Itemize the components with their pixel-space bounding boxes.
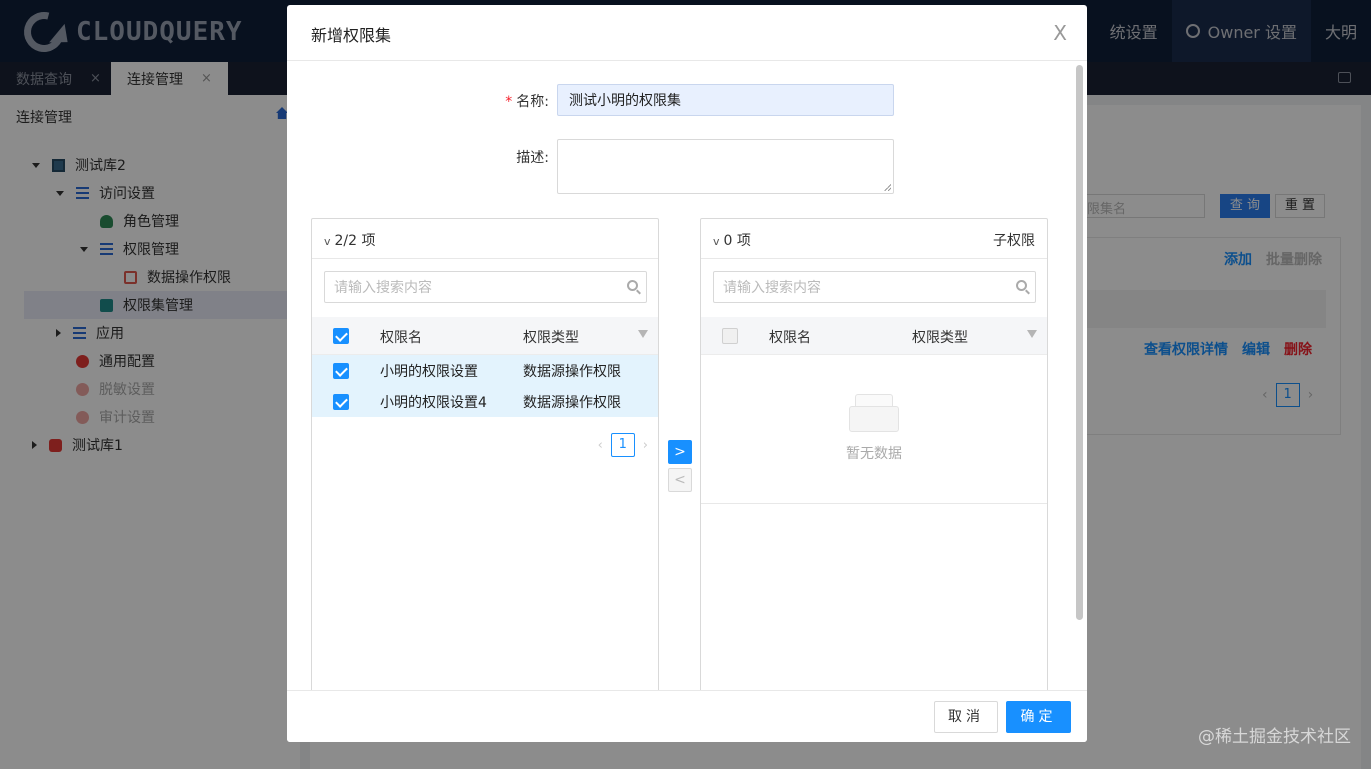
permission-type: 数据源操作权限 — [523, 364, 621, 380]
resize-handle-icon[interactable] — [884, 184, 891, 191]
select-all-checkbox[interactable] — [333, 328, 349, 344]
move-left-button[interactable]: < — [668, 468, 692, 492]
dialog-scrollbar[interactable] — [1076, 65, 1083, 620]
target-transfer-list: v0 项 子权限 请输入搜索内容 权限名 权限类型 暂无数据 — [700, 218, 1048, 698]
chevron-down-icon: v — [324, 235, 331, 248]
source-count[interactable]: v 2/2 项 — [324, 230, 376, 250]
permission-name: 小明的权限设置 — [380, 364, 478, 380]
page-number[interactable]: 1 — [610, 433, 635, 457]
next-page-icon[interactable]: › — [643, 438, 648, 453]
filter-icon[interactable] — [1027, 330, 1037, 338]
row-checkbox[interactable] — [333, 394, 349, 410]
filter-icon[interactable] — [638, 330, 648, 338]
column-permission-name: 权限名 — [769, 330, 811, 346]
empty-inbox-icon — [849, 394, 899, 434]
target-count[interactable]: v0 项 — [713, 230, 751, 250]
source-list-header: v 2/2 项 — [312, 219, 658, 259]
move-right-button[interactable]: > — [668, 440, 692, 464]
search-icon — [627, 280, 638, 291]
source-table-header: 权限名 权限类型 — [312, 317, 658, 355]
dialog-title: 新增权限集 — [311, 26, 392, 45]
target-list-header: v0 项 子权限 — [701, 219, 1047, 259]
target-table-header: 权限名 权限类型 — [701, 317, 1047, 355]
confirm-button[interactable]: 确定 — [1006, 701, 1071, 733]
name-input[interactable]: 测试小明的权限集 — [557, 84, 894, 116]
source-pagination: ‹ 1 › — [598, 433, 648, 457]
chevron-down-icon: v — [713, 235, 720, 248]
column-permission-type: 权限类型 — [912, 330, 968, 346]
dialog-header: 新增权限集 X — [287, 5, 1087, 61]
dialog-footer: 取消 确定 — [287, 690, 1087, 742]
search-icon — [1016, 280, 1027, 291]
target-search-input[interactable]: 请输入搜索内容 — [713, 271, 1036, 303]
prev-page-icon[interactable]: ‹ — [598, 438, 603, 453]
divider — [701, 503, 1047, 504]
source-transfer-list: v 2/2 项 请输入搜索内容 权限名 权限类型 小明的权限设置 数据源操作权限 … — [311, 218, 659, 698]
column-permission-name: 权限名 — [380, 330, 422, 346]
watermark: @稀土掘金技术社区 — [1198, 727, 1351, 747]
cancel-button[interactable]: 取消 — [934, 701, 998, 733]
table-row[interactable]: 小明的权限设置4 数据源操作权限 — [312, 386, 658, 417]
name-label: * 名称: — [505, 94, 549, 110]
target-list-title: 子权限 — [993, 233, 1035, 249]
table-row[interactable]: 小明的权限设置 数据源操作权限 — [312, 355, 658, 386]
row-checkbox[interactable] — [333, 363, 349, 379]
select-all-checkbox[interactable] — [722, 328, 738, 344]
new-permission-set-dialog: 新增权限集 X * 名称: 测试小明的权限集 描述: v 2/2 项 请输入搜索内容… — [287, 5, 1087, 742]
column-permission-type: 权限类型 — [523, 330, 579, 346]
source-search-input[interactable]: 请输入搜索内容 — [324, 271, 647, 303]
permission-type: 数据源操作权限 — [523, 395, 621, 411]
description-label: 描述: — [516, 150, 549, 166]
close-icon[interactable]: X — [1053, 21, 1067, 45]
description-textarea[interactable] — [557, 139, 894, 194]
permission-name: 小明的权限设置4 — [380, 395, 487, 411]
empty-text: 暂无数据 — [846, 446, 902, 462]
